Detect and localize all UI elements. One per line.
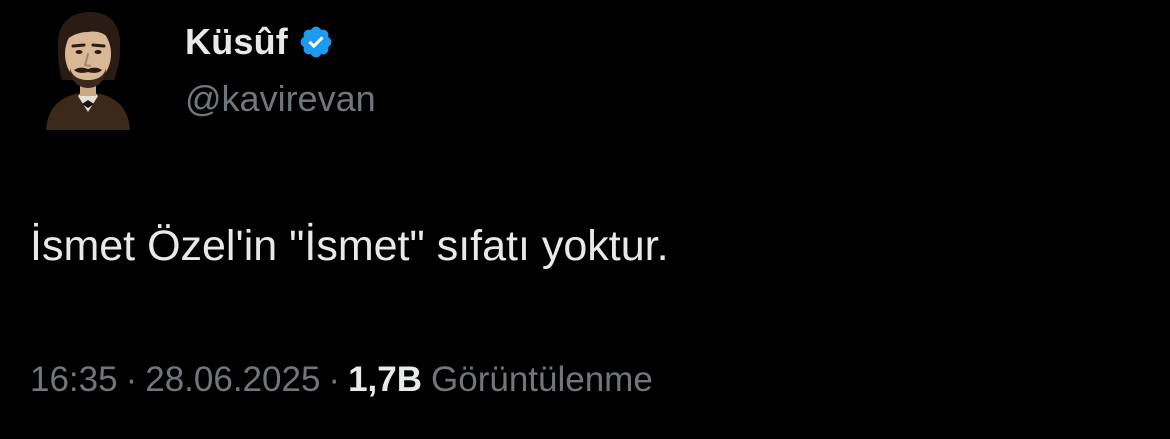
views-label[interactable]: Görüntülenme — [431, 360, 653, 400]
avatar[interactable] — [38, 8, 138, 130]
author-display-name[interactable]: Küsûf — [185, 21, 288, 63]
meta-separator: · — [328, 360, 341, 399]
verified-badge-icon — [298, 24, 334, 60]
meta-separator: · — [125, 360, 138, 399]
tweet-card: Küsûf @kavirevan İsmet Özel'in "İsmet" s… — [0, 0, 1170, 439]
author-name-row: Küsûf — [185, 20, 334, 64]
views-count[interactable]: 1,7B — [348, 360, 422, 400]
tweet-time[interactable]: 16:35 — [30, 360, 118, 400]
tweet-meta: 16:35 · 28.06.2025 · 1,7B Görüntülenme — [30, 360, 653, 400]
author-handle[interactable]: @kavirevan — [185, 78, 376, 120]
portrait-avatar-icon — [46, 12, 130, 130]
tweet-date[interactable]: 28.06.2025 — [145, 360, 320, 400]
tweet-text: İsmet Özel'in "İsmet" sıfatı yoktur. — [30, 222, 669, 270]
